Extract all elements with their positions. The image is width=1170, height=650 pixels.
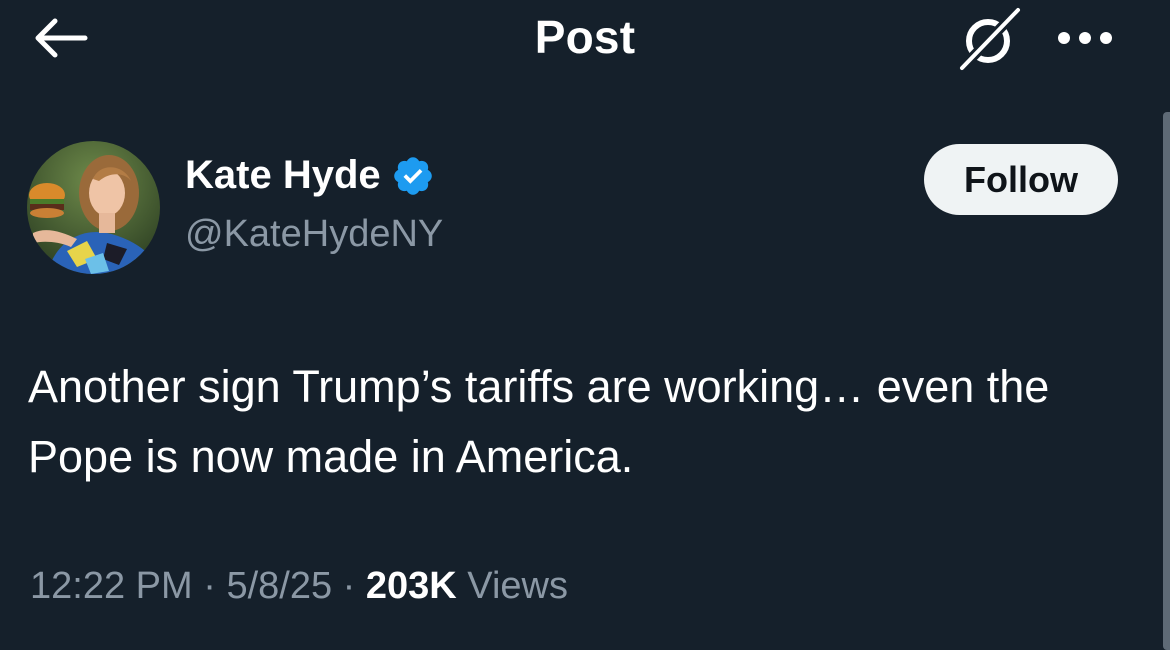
post-metadata: 12:22 PM · 5/8/25 · 203K Views — [30, 565, 568, 608]
author-handle[interactable]: @KateHydeNY — [185, 213, 443, 256]
avatar-image — [27, 141, 160, 274]
author-display-name[interactable]: Kate Hyde — [185, 153, 435, 198]
meta-separator: · — [192, 565, 227, 607]
scrollbar[interactable] — [1163, 112, 1170, 650]
post-date[interactable]: 5/8/25 — [226, 565, 332, 607]
post-text: Another sign Trump’s tariffs are working… — [28, 361, 1050, 482]
verified-badge-icon — [393, 156, 432, 195]
top-bar: Post — [0, 0, 1170, 80]
post-time[interactable]: 12:22 PM — [30, 565, 193, 607]
views-count[interactable]: 203K — [366, 565, 457, 607]
post-screen: Post Kate Hyde @KateHydeNY Follow Anothe… — [0, 0, 1170, 650]
meta-separator: · — [332, 565, 366, 607]
avatar[interactable] — [27, 141, 160, 274]
grok-icon — [958, 6, 1022, 72]
more-options-button[interactable] — [1050, 16, 1120, 60]
follow-button[interactable]: Follow — [924, 144, 1118, 215]
display-name-text: Kate Hyde — [185, 153, 381, 197]
more-horizontal-icon — [1058, 32, 1112, 44]
grok-button[interactable] — [950, 4, 1030, 72]
views-label[interactable]: Views — [467, 565, 568, 607]
